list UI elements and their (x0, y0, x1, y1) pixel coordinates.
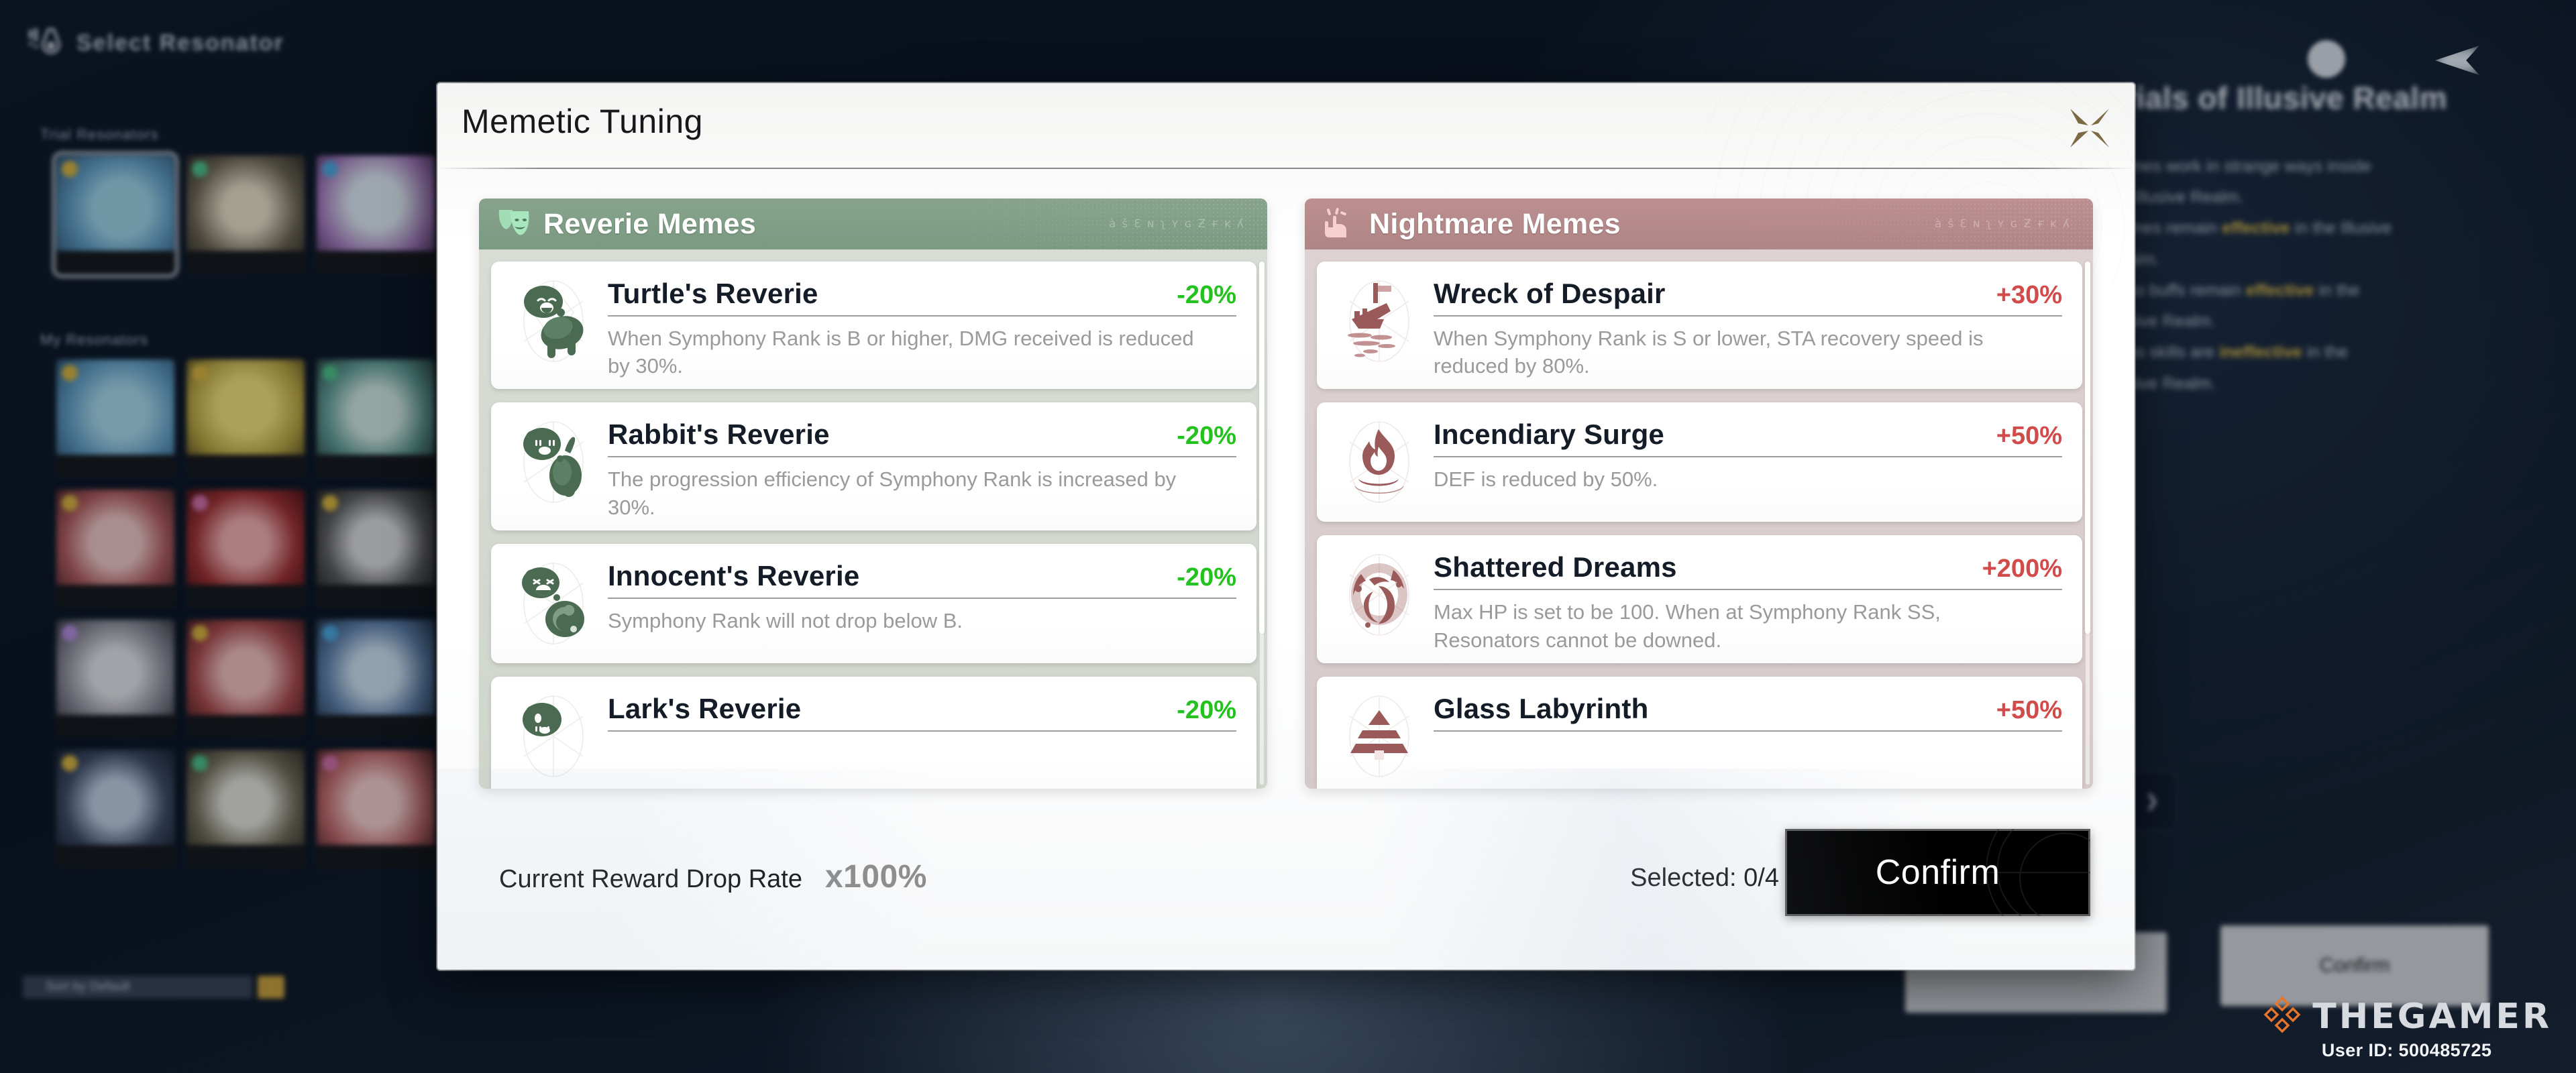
flame-icon (1329, 412, 1430, 512)
meme-card[interactable]: Wreck of Despair +30% When Symphony Rank… (1317, 262, 2082, 390)
nightmare-panel-title: Nightmare Memes (1369, 207, 1621, 240)
selected-count: Selected: 0/4 (1630, 864, 1779, 892)
lark-icon (503, 686, 604, 787)
reverie-panel-title: Reverie Memes (543, 207, 757, 240)
meme-description: When Symphony Rank is S or lower, STA re… (1434, 327, 1984, 378)
confirm-button[interactable]: Confirm (1785, 829, 2090, 916)
meme-name: Glass Labyrinth (1434, 692, 1649, 724)
meme-description: When Symphony Rank is B or higher, DMG r… (608, 327, 1194, 378)
meme-card[interactable]: Incendiary Surge +50% DEF is reduced by … (1317, 402, 2082, 522)
reverie-scrollbar-thumb[interactable] (1259, 262, 1265, 634)
confirm-button-label: Confirm (1875, 853, 2000, 892)
meme-description: The progression efficiency of Symphony R… (608, 467, 1177, 519)
meme-name: Turtle's Reverie (608, 278, 818, 309)
memes-panels: Reverie Memes àšƐɴʅʏɢƵғĸʎ Turtle's Rever… (479, 199, 2093, 789)
meme-description: Symphony Rank will not drop below B. (608, 608, 963, 632)
reverie-panel-header: Reverie Memes àšƐɴʅʏɢƵғĸʎ (479, 199, 1267, 249)
title-divider (437, 168, 2135, 169)
nightmare-scrollbar-thumb[interactable] (2085, 262, 2090, 634)
meme-divider (608, 597, 1236, 599)
nightmare-deco-glyphs: àšƐɴʅʏɢƵғĸʎ (1934, 217, 2076, 231)
meme-divider (1434, 315, 2062, 317)
meme-value: +50% (1996, 422, 2062, 451)
innocent-icon (503, 553, 604, 654)
meme-card[interactable]: Lark's Reverie -20% (491, 676, 1256, 789)
nightmare-scrollbar[interactable] (2085, 262, 2090, 785)
nightmare-meme-list: Wreck of Despair +30% When Symphony Rank… (1317, 262, 2082, 789)
meme-description: DEF is reduced by 50%. (1434, 467, 1658, 492)
reverie-deco-glyphs: àšƐɴʅʏɢƵғĸʎ (1108, 217, 1250, 231)
meme-divider (608, 456, 1236, 458)
meme-name: Rabbit's Reverie (608, 418, 830, 451)
drop-rate-value: x100% (824, 859, 927, 895)
memetic-tuning-dialog: Memetic Tuning Reverie Memes àšƐɴʅʏɢƵғĸʎ… (437, 83, 2135, 970)
theater-masks-icon (496, 205, 531, 243)
turtle-icon (503, 271, 604, 372)
meme-name: Lark's Reverie (608, 692, 802, 724)
meme-divider (1434, 730, 2062, 732)
shatter-icon (1329, 545, 1430, 645)
meme-divider (608, 730, 1236, 732)
meme-name: Shattered Dreams (1434, 551, 1677, 583)
close-icon[interactable] (2051, 91, 2125, 165)
nightmare-panel-header: Nightmare Memes àšƐɴʅʏɢƵғĸʎ (1305, 199, 2093, 249)
meme-card[interactable]: Turtle's Reverie -20% When Symphony Rank… (491, 262, 1256, 390)
meme-card[interactable]: Shattered Dreams +200% Max HP is set to … (1317, 535, 2082, 663)
meme-value: +200% (1982, 555, 2062, 583)
labyrinth-icon (1329, 686, 1430, 787)
meme-description: Max HP is set to be 100. When at Symphon… (1434, 600, 1941, 652)
drop-rate-label: Current Reward Drop Rate (499, 865, 802, 893)
shipwreck-icon (1329, 271, 1430, 372)
dialog-footer: Current Reward Drop Rate x100% Selected:… (437, 802, 2135, 970)
meme-divider (1434, 456, 2062, 458)
meme-value: -20% (1177, 563, 1236, 591)
meme-name: Innocent's Reverie (608, 559, 860, 591)
meme-name: Incendiary Surge (1434, 418, 1664, 451)
reverie-meme-list: Turtle's Reverie -20% When Symphony Rank… (491, 262, 1256, 789)
rabbit-icon (503, 412, 604, 512)
nightmare-memes-panel: Nightmare Memes àšƐɴʅʏɢƵғĸʎ Wreck of Des… (1305, 199, 2093, 789)
meme-value: -20% (1177, 695, 1236, 724)
nightmare-panel-body[interactable]: Wreck of Despair +30% When Symphony Rank… (1305, 249, 2093, 789)
meme-divider (608, 315, 1236, 317)
dialog-title: Memetic Tuning (462, 103, 703, 140)
meme-value: +30% (1996, 281, 2062, 309)
meme-value: +50% (1996, 695, 2062, 724)
meme-value: -20% (1177, 422, 1236, 451)
reverie-panel-body[interactable]: Turtle's Reverie -20% When Symphony Rank… (479, 249, 1267, 789)
reverie-memes-panel: Reverie Memes àšƐɴʅʏɢƵғĸʎ Turtle's Rever… (479, 199, 1267, 789)
meme-name: Wreck of Despair (1434, 278, 1666, 309)
meme-value: -20% (1177, 281, 1236, 309)
current-drop-rate: Current Reward Drop Rate x100% (499, 858, 927, 895)
meme-card[interactable]: Rabbit's Reverie -20% The progression ef… (491, 402, 1256, 530)
hand-sparkle-icon (1322, 205, 1357, 243)
meme-card[interactable]: Glass Labyrinth +50% (1317, 676, 2082, 789)
reverie-scrollbar[interactable] (1259, 262, 1265, 785)
meme-divider (1434, 589, 2062, 591)
meme-card[interactable]: Innocent's Reverie -20% Symphony Rank wi… (491, 543, 1256, 663)
